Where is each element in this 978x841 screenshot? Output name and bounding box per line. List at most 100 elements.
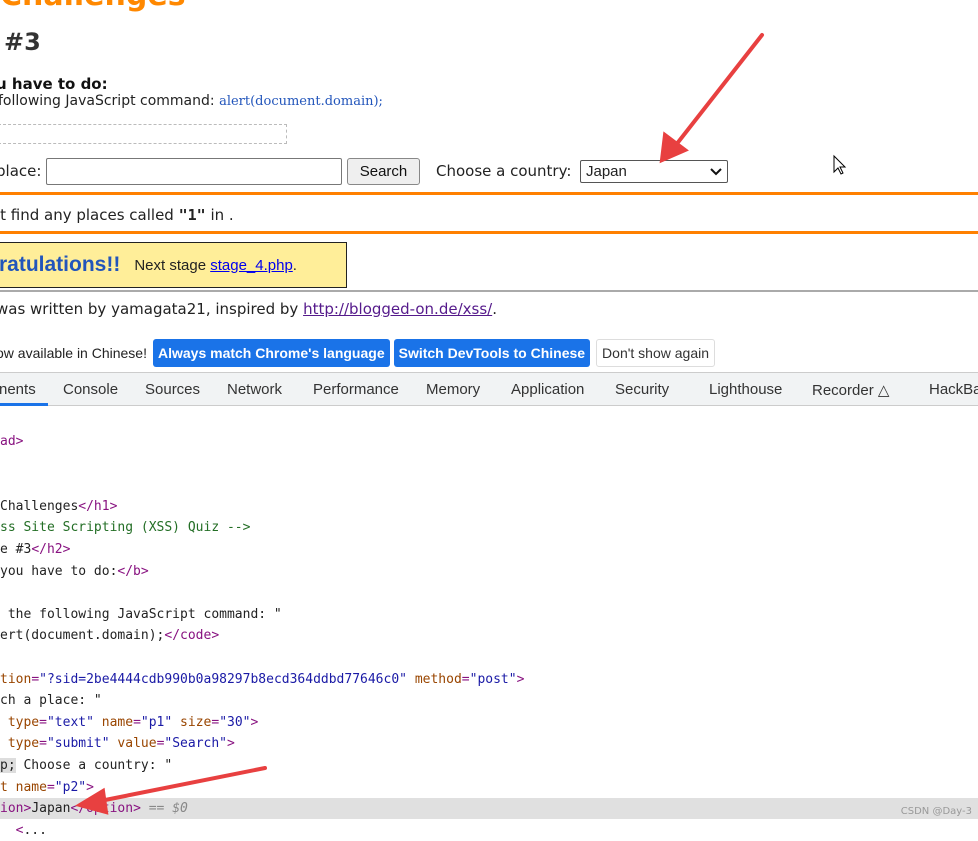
code-token: name: [93, 714, 134, 730]
tab-elements[interactable]: nents: [0, 381, 36, 398]
code-token: size: [172, 714, 212, 730]
congrats-box: ratulations!! Next stage stage_4.php.: [0, 242, 347, 288]
result-text-end: in .: [205, 206, 234, 224]
code-token: =: [133, 714, 141, 730]
place-input[interactable]: [46, 158, 342, 185]
code-token: "Search": [164, 736, 228, 752]
code-token: the following JavaScript command: ": [0, 606, 282, 622]
dont-show-again-button[interactable]: Don't show again: [596, 339, 716, 367]
code-token: </option>: [70, 801, 141, 817]
switch-chinese-button[interactable]: Switch DevTools to Chinese: [393, 339, 591, 367]
command-text: following JavaScript command: alert(docu…: [0, 93, 383, 109]
devtools-tabbar: nents Console Sources Network Performanc…: [0, 372, 978, 406]
dom-tree-line[interactable]: [0, 474, 978, 495]
code-token: ad>: [0, 434, 24, 449]
credit-link[interactable]: http://blogged-on.de/xss/: [303, 300, 492, 318]
tab-performance[interactable]: Performance: [313, 381, 399, 398]
arrow-icon: [670, 33, 764, 152]
tab-console[interactable]: Console: [63, 381, 118, 398]
dom-tree-line[interactable]: [0, 453, 978, 474]
tab-lighthouse[interactable]: Lighthouse: [709, 381, 782, 398]
result-query: "1": [178, 206, 206, 224]
dom-tree-line[interactable]: type="text" name="p1" size="30">: [0, 712, 978, 733]
next-stage-label: Next stage: [134, 256, 211, 274]
dom-tree-line[interactable]: ch a place: ": [0, 690, 978, 711]
stage-heading: #3: [4, 28, 41, 56]
next-stage-link[interactable]: stage_4.php: [210, 257, 293, 274]
selected-dom-node[interactable]: ion>Japan</option> == $0: [0, 798, 978, 820]
code-token: ...: [23, 822, 47, 838]
code-token: method: [407, 671, 462, 687]
code-token: you have to do:: [0, 563, 118, 579]
flask-icon: △: [877, 382, 890, 399]
tab-sources[interactable]: Sources: [145, 381, 200, 398]
code-token: >: [227, 736, 235, 752]
code-token: "p1": [140, 714, 173, 730]
result-text: 't find any places called: [0, 206, 179, 224]
tab-memory[interactable]: Memory: [426, 381, 480, 398]
dom-tree-line[interactable]: [0, 582, 978, 603]
divider: [0, 231, 978, 234]
dom-tree-line[interactable]: you have to do:</b>: [0, 561, 978, 582]
code-token: ert(document.domain);: [0, 628, 165, 644]
todo-label: u have to do:: [0, 75, 108, 93]
country-select[interactable]: Japan: [580, 160, 728, 183]
tab-hackbar[interactable]: HackBa: [929, 381, 978, 398]
tab-network[interactable]: Network: [227, 381, 282, 398]
match-language-button[interactable]: Always match Chrome's language: [152, 339, 390, 367]
dom-tree-line[interactable]: ss Site Scripting (XSS) Quiz -->: [0, 517, 978, 538]
code-token: Challenges: [0, 498, 79, 514]
language-banner: ow available in Chinese! Always match Ch…: [0, 333, 978, 373]
credit-text: was written by yamagata21, inspired by h…: [0, 300, 497, 318]
dom-tree-line[interactable]: e #3</h2>: [0, 539, 978, 560]
code-token: p;: [0, 758, 16, 773]
code-token: "?sid=2be4444cdb990b0a98297b8ecd364ddbd7…: [39, 671, 407, 687]
tab-security[interactable]: Security: [615, 381, 669, 398]
code-token: tion: [0, 671, 32, 687]
dom-tree-line[interactable]: the following JavaScript command: ": [0, 604, 978, 625]
dom-tree-line[interactable]: [0, 647, 978, 668]
command-prefix: following JavaScript command:: [0, 93, 220, 109]
dom-tree-line[interactable]: ert(document.domain);</code>: [0, 625, 978, 646]
code-token: == $0: [140, 801, 188, 817]
code-token: "post": [469, 671, 517, 687]
code-token: ion>: [0, 801, 32, 817]
code-token: e #3: [0, 542, 32, 557]
code-token: t name: [0, 779, 47, 795]
tab-recorder[interactable]: Recorder △: [812, 381, 889, 399]
dom-tree-line[interactable]: <...: [0, 820, 978, 841]
country-label: Choose a country:: [436, 162, 572, 180]
code-token: =: [39, 736, 47, 752]
period: .: [292, 256, 297, 274]
dom-tree-line[interactable]: tion = "?sid=2be4444cdb990b0a98297b8ecd364…: [0, 669, 978, 690]
code-token: ss Site Scripting (XSS) Quiz -->: [0, 520, 251, 536]
next-stage: Next stage stage_4.php.: [134, 257, 297, 274]
dom-tree-line[interactable]: type="submit" value="Search">: [0, 733, 978, 754]
code-token: =: [461, 671, 470, 687]
code-token: >: [516, 671, 525, 687]
period: .: [492, 300, 497, 318]
divider: [0, 192, 978, 195]
hint-box: [0, 124, 287, 144]
search-button[interactable]: Search: [347, 158, 420, 185]
congrats-text: ratulations!!: [0, 253, 121, 276]
code-token: value: [109, 736, 157, 752]
code-token: =: [46, 779, 55, 795]
code-token: </h2>: [31, 542, 71, 557]
code-token: ch a place: ": [0, 693, 102, 709]
dom-tree-line[interactable]: t name="p2">: [0, 777, 978, 798]
code-token: Japan: [31, 801, 71, 817]
dom-tree-line[interactable]: Challenges</h1>: [0, 496, 978, 517]
banner-text: ow available in Chinese!: [0, 345, 147, 361]
tab-application[interactable]: Application: [511, 381, 584, 398]
dom-tree-line[interactable]: p; Choose a country: ": [0, 755, 978, 776]
dom-tree-line[interactable]: ad>: [0, 431, 978, 452]
code-token: "p2": [54, 779, 87, 795]
credit-prefix: was written by yamagata21, inspired by: [0, 300, 304, 318]
divider: [0, 290, 978, 292]
tab-recorder-label: Recorder: [812, 382, 874, 399]
watermark: CSDN @Day-3: [900, 806, 972, 817]
code-token: "text": [46, 714, 94, 730]
arrowhead-icon: [659, 131, 689, 164]
